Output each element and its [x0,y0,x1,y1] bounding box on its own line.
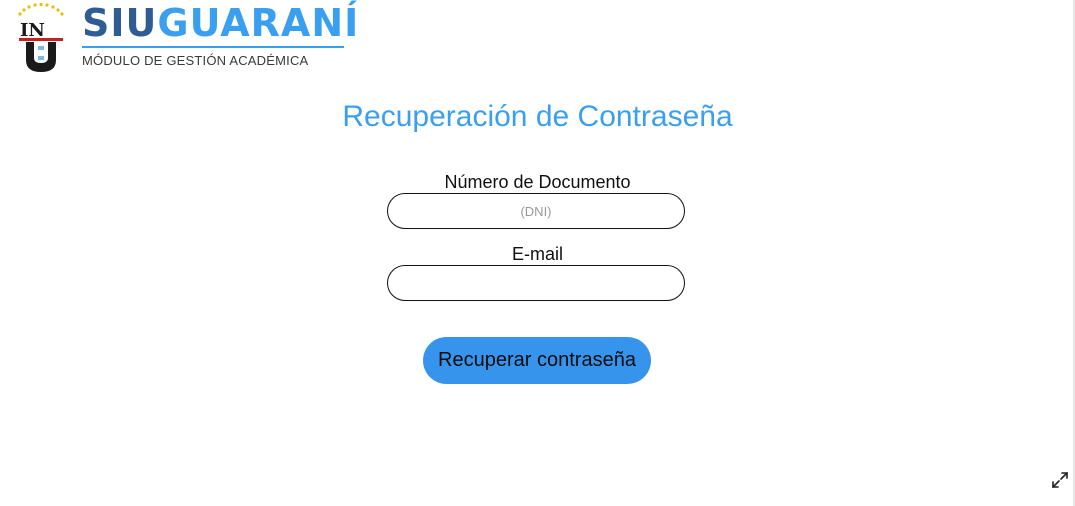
header-logo: IN SIUGUARANÍ MÓDULO DE GESTIÓN ACADÉMIC… [14,0,359,78]
page-title: Recuperación de Contraseña [342,100,733,133]
expand-icon[interactable] [1050,470,1070,490]
brand-subtitle: MÓDULO DE GESTIÓN ACADÉMICA [82,53,309,68]
brand-name: SIUGUARANÍ [82,0,359,46]
brand: SIUGUARANÍ MÓDULO DE GESTIÓN ACADÉMICA [82,0,359,68]
email-label: E-mail [511,244,563,264]
brand-divider [82,46,344,48]
recover-password-button[interactable]: Recuperar contraseña [423,337,651,384]
svg-text:IN: IN [20,20,45,41]
brand-name-part2: GUARANÍ [157,1,360,45]
university-crest-icon: IN [14,0,68,78]
document-input[interactable] [387,193,685,229]
page: IN SIUGUARANÍ MÓDULO DE GESTIÓN ACADÉMIC… [0,0,1075,506]
brand-name-part1: SIU [82,1,158,45]
document-label: Número de Documento [444,172,631,192]
email-input[interactable] [387,265,685,301]
